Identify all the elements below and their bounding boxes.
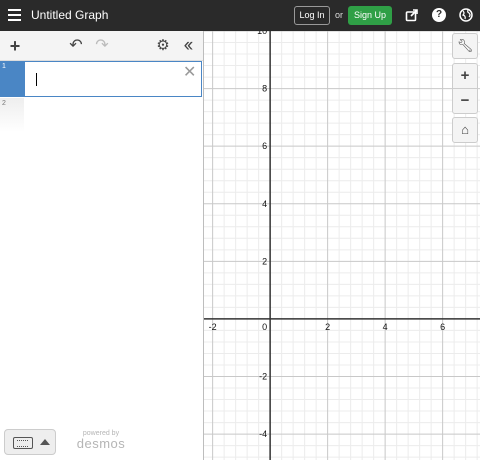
wrench-icon[interactable]: 🔧︎	[452, 33, 478, 59]
y-tick-label: 10	[257, 31, 267, 36]
expression-row[interactable]: 1	[0, 61, 203, 97]
x-tick-label: 6	[440, 322, 445, 332]
expression-panel: + ↶ ↷ ⚙ ‹‹ 1 ✕ 2	[0, 31, 204, 460]
x-tick-label: -2	[209, 322, 217, 332]
expression-input[interactable]	[24, 61, 202, 97]
expression-row[interactable]: 2	[0, 98, 203, 132]
arrow-up-icon	[40, 439, 50, 445]
keyboard-icon	[13, 437, 33, 449]
help-icon[interactable]: ?	[432, 8, 446, 22]
login-button[interactable]: Log In	[294, 6, 330, 25]
signup-button[interactable]: Sign Up	[348, 6, 392, 25]
globe-icon[interactable]	[459, 8, 473, 22]
expression-number: 2	[0, 98, 24, 132]
undo-icon[interactable]: ↶	[68, 38, 84, 54]
x-tick-label: 2	[325, 322, 330, 332]
home-icon[interactable]: ⌂	[452, 117, 478, 143]
expression-toolbar: + ↶ ↷ ⚙ ‹‹	[0, 31, 203, 61]
redo-icon[interactable]: ↷	[94, 38, 110, 54]
keyboard-toggle-button[interactable]	[4, 429, 56, 455]
zoom-out-icon[interactable]: −	[452, 88, 478, 114]
graph-grid[interactable]: -2 0 2 4 6 10 8 6 4 2 -2 -4	[204, 31, 480, 460]
text-caret	[36, 73, 37, 86]
y-tick-label: 2	[262, 256, 267, 266]
top-bar: Untitled Graph Log In or Sign Up ?	[0, 0, 480, 31]
or-label: or	[335, 10, 344, 20]
y-tick-label: 6	[262, 141, 267, 151]
expression-number: 1	[0, 61, 24, 97]
graph-canvas[interactable]: -2 0 2 4 6 10 8 6 4 2 -2 -4	[204, 31, 480, 460]
y-tick-label: 4	[262, 199, 267, 209]
y-tick-label: -2	[259, 372, 267, 382]
menu-icon[interactable]	[8, 9, 21, 21]
collapse-icon[interactable]: ‹‹	[179, 36, 195, 55]
graph-title[interactable]: Untitled Graph	[31, 8, 108, 22]
y-tick-label: -4	[259, 429, 267, 439]
zoom-in-icon[interactable]: +	[452, 63, 478, 89]
gear-icon[interactable]: ⚙	[155, 38, 171, 54]
x-tick-label: 0	[262, 322, 267, 332]
close-icon[interactable]: ✕	[183, 65, 196, 81]
powered-by-logo[interactable]: powered by desmos	[74, 430, 128, 450]
y-tick-label: 8	[262, 84, 267, 94]
brand-label: desmos	[76, 436, 126, 451]
plus-icon[interactable]: +	[7, 37, 23, 55]
x-tick-label: 4	[383, 322, 388, 332]
share-icon[interactable]	[405, 8, 419, 22]
